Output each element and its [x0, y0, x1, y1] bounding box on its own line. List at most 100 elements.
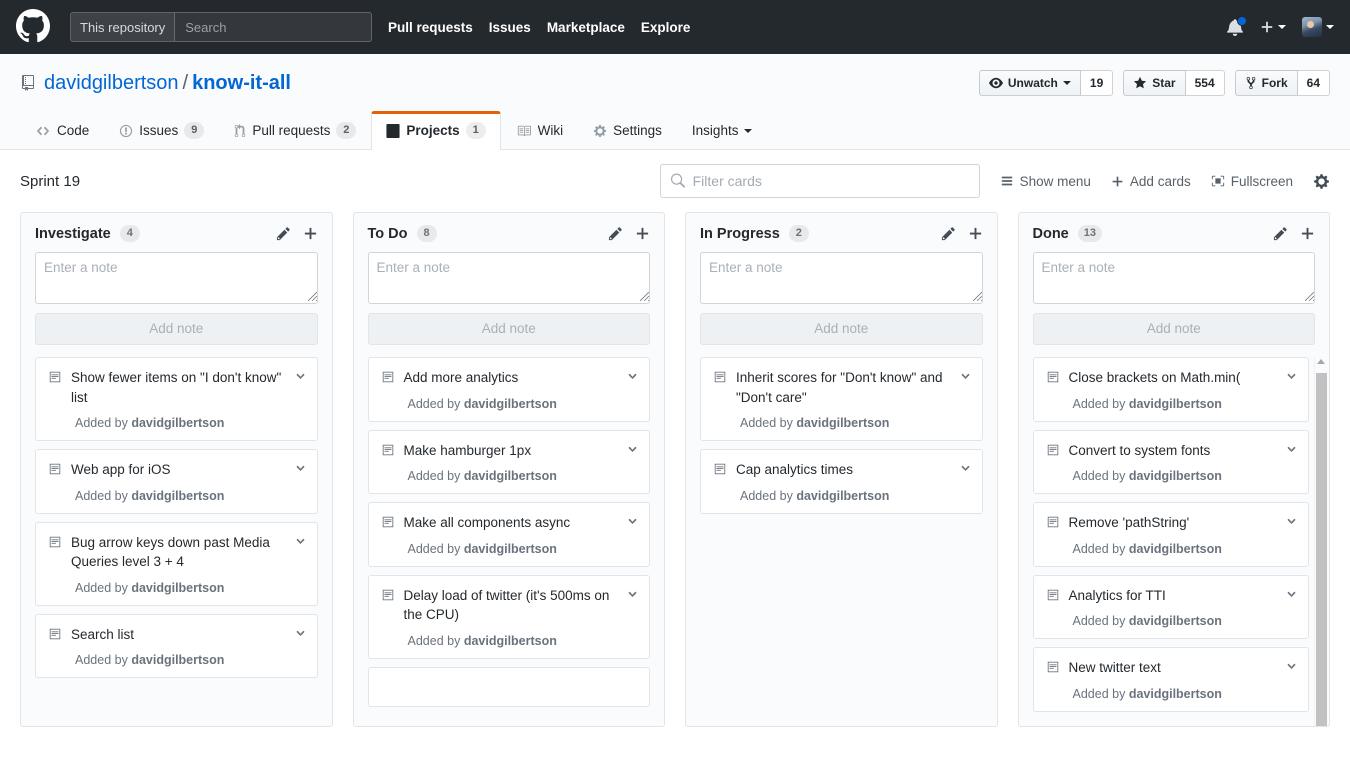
- chevron-down-icon[interactable]: [1285, 443, 1298, 456]
- chevron-down-icon[interactable]: [959, 370, 972, 383]
- github-mark-icon[interactable]: [16, 9, 52, 45]
- note-icon: [48, 370, 62, 384]
- chevron-down-icon[interactable]: [294, 535, 307, 548]
- project-card[interactable]: Convert to system fonts Added by davidgi…: [1033, 430, 1310, 495]
- search-icon: [670, 174, 685, 189]
- project-card[interactable]: Close brackets on Math.min( Added by dav…: [1033, 357, 1310, 422]
- plus-icon[interactable]: [303, 226, 318, 241]
- star-count[interactable]: 554: [1186, 70, 1225, 96]
- add-cards-button[interactable]: Add cards: [1111, 174, 1191, 189]
- project-card[interactable]: Inherit scores for "Don't know" and "Don…: [700, 357, 983, 441]
- note-textarea[interactable]: [700, 252, 983, 304]
- nav-pull-requests[interactable]: Pull requests: [388, 20, 473, 35]
- tab-wiki[interactable]: Wiki: [501, 111, 579, 150]
- pencil-icon[interactable]: [941, 226, 956, 241]
- search-input[interactable]: [175, 13, 371, 41]
- pencil-icon[interactable]: [276, 226, 291, 241]
- chevron-down-icon[interactable]: [626, 588, 639, 601]
- project-card[interactable]: New twitter text Added by davidgilbertso…: [1033, 647, 1310, 712]
- chevron-down-icon[interactable]: [294, 627, 307, 640]
- note-textarea[interactable]: [368, 252, 651, 304]
- tab-projects[interactable]: Projects 1: [371, 111, 500, 150]
- global-search[interactable]: This repository: [70, 12, 372, 42]
- project-settings-button[interactable]: [1313, 173, 1330, 190]
- chevron-down-icon[interactable]: [959, 462, 972, 475]
- user-menu[interactable]: [1302, 17, 1334, 37]
- add-note-button[interactable]: Add note: [1033, 313, 1316, 345]
- bell-icon[interactable]: [1226, 18, 1244, 36]
- project-card[interactable]: Make all components async Added by david…: [368, 502, 651, 567]
- chevron-down-icon[interactable]: [294, 462, 307, 475]
- filter-cards-input[interactable]: [660, 164, 980, 198]
- project-card[interactable]: Cap analytics times Added by davidgilber…: [700, 449, 983, 514]
- project-card[interactable]: Remove 'pathString' Added by davidgilber…: [1033, 502, 1310, 567]
- note-textarea[interactable]: [35, 252, 318, 304]
- column-scrollbar[interactable]: [1314, 357, 1327, 726]
- chevron-down-icon[interactable]: [626, 370, 639, 383]
- repo-owner-link[interactable]: davidgilbertson: [44, 71, 179, 95]
- chevron-down-icon[interactable]: [294, 370, 307, 383]
- star-button[interactable]: Star: [1123, 70, 1185, 96]
- project-card[interactable]: Bug arrow keys down past Media Queries l…: [35, 522, 318, 606]
- note-icon: [381, 370, 395, 384]
- column-name: Done: [1033, 226, 1069, 242]
- tab-issues[interactable]: Issues 9: [104, 111, 219, 150]
- repo-tabs: Code Issues 9 Pull requests 2 Projects 1: [20, 110, 1330, 149]
- add-note-button[interactable]: Add note: [700, 313, 983, 345]
- project-card[interactable]: Web app for iOS Added by davidgilbertson: [35, 449, 318, 514]
- card-author: davidgilbertson: [1129, 542, 1222, 556]
- chevron-down-icon[interactable]: [1285, 660, 1298, 673]
- unwatch-button[interactable]: Unwatch: [979, 70, 1081, 96]
- create-new-menu[interactable]: [1260, 20, 1286, 34]
- pencil-icon[interactable]: [1273, 226, 1288, 241]
- card-meta: Added by davidgilbertson: [740, 416, 972, 430]
- note-textarea[interactable]: [1033, 252, 1316, 304]
- card-title: Web app for iOS: [71, 460, 294, 480]
- add-note-button[interactable]: Add note: [35, 313, 318, 345]
- global-header: This repository Pull requests Issues Mar…: [0, 0, 1350, 54]
- tab-settings[interactable]: Settings: [578, 111, 677, 150]
- plus-icon[interactable]: [1300, 226, 1315, 241]
- project-card[interactable]: Make hamburger 1px Added by davidgilbert…: [368, 430, 651, 495]
- chevron-down-icon[interactable]: [1285, 515, 1298, 528]
- filter-cards-field[interactable]: [660, 164, 980, 198]
- project-card[interactable]: Delay load of twitter (it's 500ms on the…: [368, 575, 651, 659]
- scroll-up-arrow-icon[interactable]: [1317, 359, 1325, 364]
- tab-pull-requests[interactable]: Pull requests 2: [219, 111, 371, 150]
- project-card[interactable]: Search list Added by davidgilbertson: [35, 614, 318, 679]
- plus-icon[interactable]: [968, 226, 983, 241]
- watch-count[interactable]: 19: [1081, 70, 1113, 96]
- fork-button[interactable]: Fork: [1235, 70, 1298, 96]
- card-title: Search list: [71, 625, 294, 645]
- plus-icon[interactable]: [635, 226, 650, 241]
- column-card-count: 2: [789, 225, 809, 242]
- fork-label: Fork: [1262, 76, 1288, 90]
- tab-code[interactable]: Code: [20, 111, 104, 150]
- chevron-down-icon[interactable]: [626, 515, 639, 528]
- nav-explore[interactable]: Explore: [641, 20, 691, 35]
- fork-count[interactable]: 64: [1298, 70, 1330, 96]
- pencil-icon[interactable]: [608, 226, 623, 241]
- added-by-prefix: Added by: [75, 653, 128, 667]
- nav-issues[interactable]: Issues: [489, 20, 531, 35]
- chevron-down-icon[interactable]: [626, 443, 639, 456]
- project-card[interactable]: Add more analytics Added by davidgilbert…: [368, 357, 651, 422]
- card-author: davidgilbertson: [1129, 614, 1222, 628]
- show-menu-button[interactable]: Show menu: [1000, 174, 1091, 189]
- add-note-form: Add note: [354, 252, 665, 345]
- chevron-down-icon[interactable]: [1285, 588, 1298, 601]
- nav-marketplace[interactable]: Marketplace: [547, 20, 625, 35]
- scrollbar-thumb[interactable]: [1316, 373, 1327, 726]
- added-by-prefix: Added by: [408, 542, 461, 556]
- project-card[interactable]: Show fewer items on "I don't know" list …: [35, 357, 318, 441]
- project-card[interactable]: Analytics for TTI Added by davidgilberts…: [1033, 575, 1310, 640]
- card-author: davidgilbertson: [1129, 687, 1222, 701]
- repo-name-link[interactable]: know-it-all: [192, 71, 291, 95]
- fullscreen-button[interactable]: Fullscreen: [1211, 174, 1293, 189]
- tab-insights[interactable]: Insights: [677, 111, 768, 150]
- project-card[interactable]: [368, 667, 651, 707]
- add-note-button[interactable]: Add note: [368, 313, 651, 345]
- search-scope-label[interactable]: This repository: [71, 13, 175, 41]
- card-title: Show fewer items on "I don't know" list: [71, 368, 294, 407]
- chevron-down-icon[interactable]: [1285, 370, 1298, 383]
